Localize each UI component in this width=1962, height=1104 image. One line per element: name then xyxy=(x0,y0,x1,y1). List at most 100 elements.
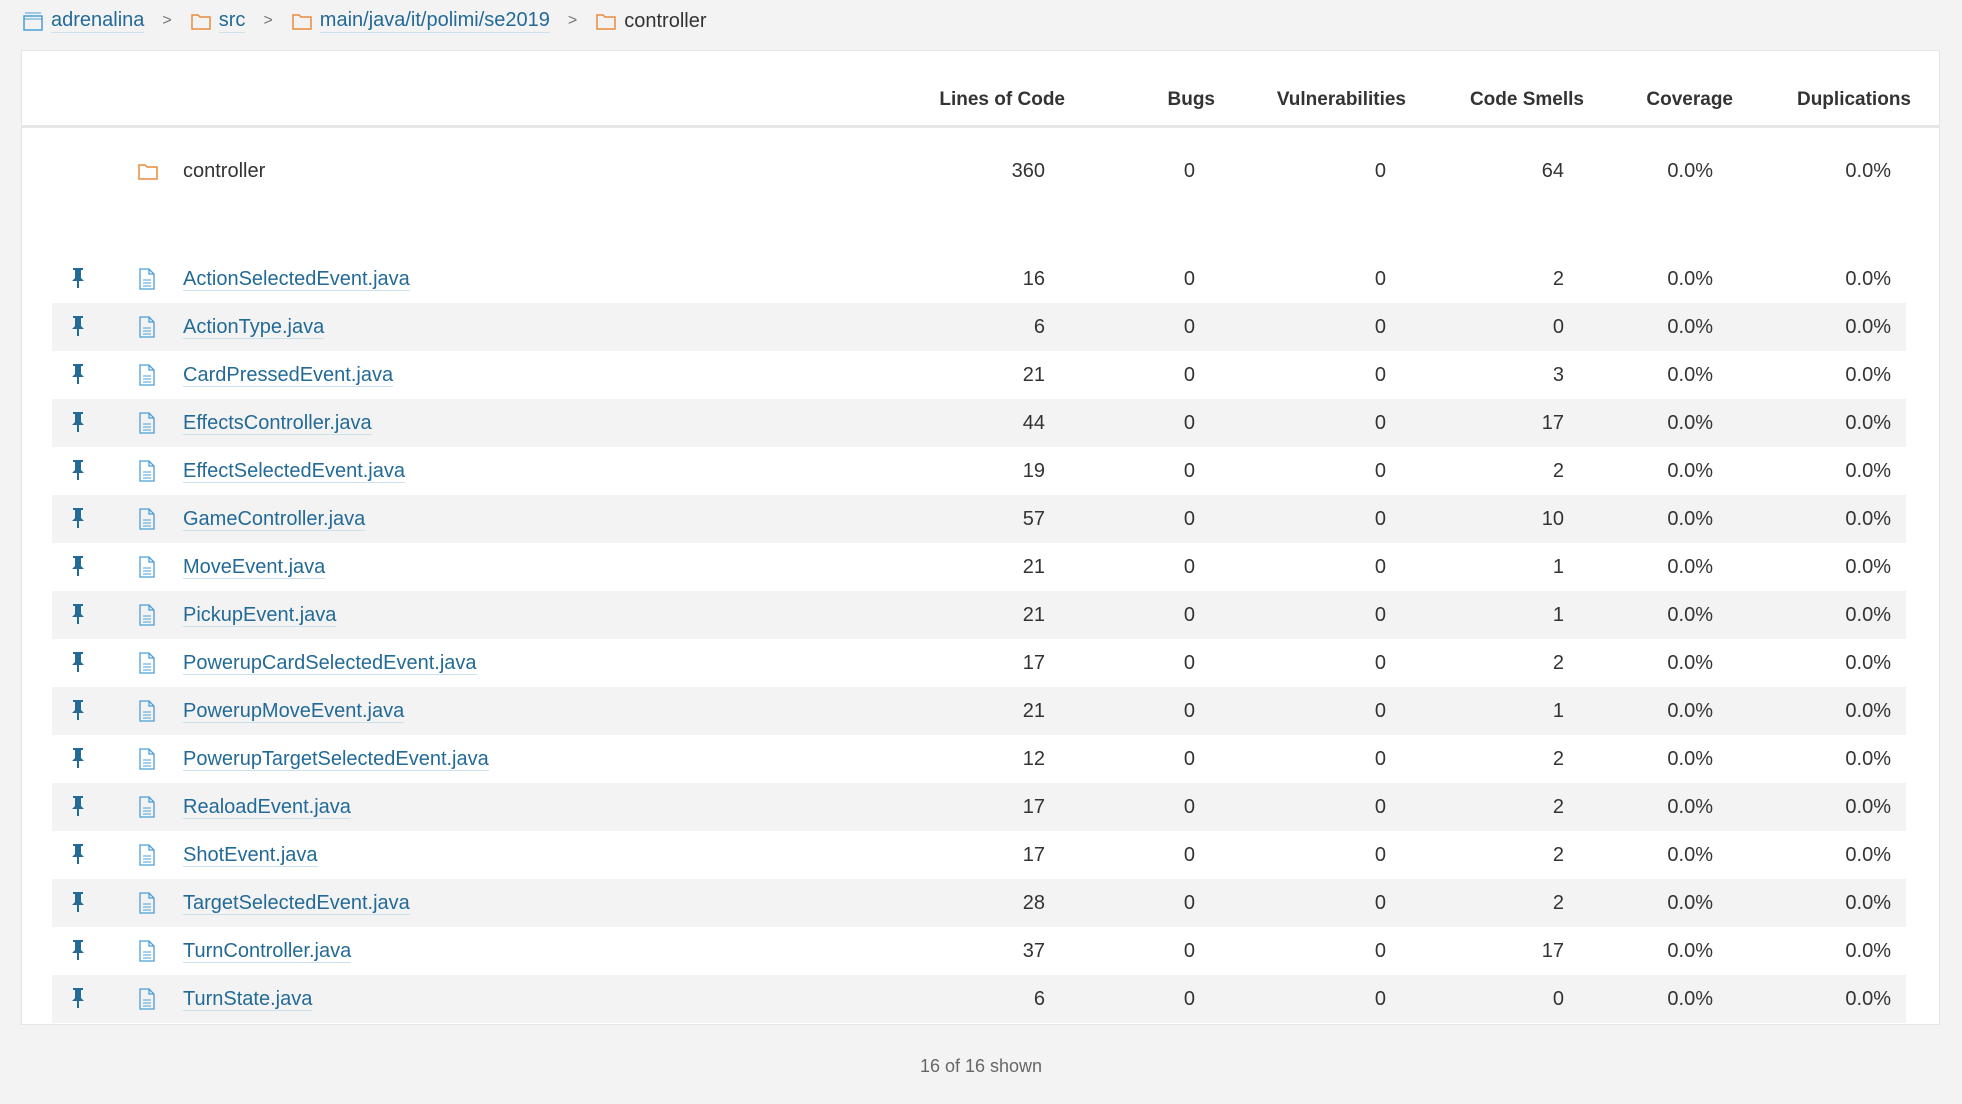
pin-icon[interactable] xyxy=(70,555,86,583)
file-link[interactable]: TurnController.java xyxy=(183,940,352,963)
column-header-duplications[interactable]: Duplications xyxy=(1691,89,1911,111)
coverage-value: 0.0% xyxy=(1667,940,1713,962)
pin-icon[interactable] xyxy=(70,843,86,871)
coverage-value: 0.0% xyxy=(1667,460,1713,482)
file-link[interactable]: ActionType.java xyxy=(183,316,325,339)
breadcrumb-src[interactable]: src xyxy=(218,9,246,33)
coverage-value: 0.0% xyxy=(1667,556,1713,578)
file-link[interactable]: TurnState.java xyxy=(183,988,313,1011)
coverage-value: 0.0% xyxy=(1667,364,1713,386)
vulnerabilities-value: 0 xyxy=(1374,652,1386,674)
folder-icon xyxy=(138,164,158,180)
duplications-value: 0.0% xyxy=(1845,460,1891,482)
file-icon xyxy=(137,460,157,488)
duplications-value: 0.0% xyxy=(1845,364,1891,386)
vulnerabilities-value: 0 xyxy=(1374,412,1386,434)
coverage-value: 0.0% xyxy=(1667,652,1713,674)
code-smells-value: 1 xyxy=(1552,604,1564,626)
loc-value: 57 xyxy=(1022,508,1045,530)
pin-icon[interactable] xyxy=(70,507,86,535)
table-row: MoveEvent.java 21 0 0 1 0.0% 0.0% xyxy=(52,543,1906,591)
file-icon xyxy=(137,412,157,440)
bugs-value: 0 xyxy=(1183,892,1195,914)
coverage-value: 0.0% xyxy=(1667,412,1713,434)
table-row: GameController.java 57 0 0 10 0.0% 0.0% xyxy=(52,495,1906,543)
pin-icon[interactable] xyxy=(70,315,86,343)
pin-icon[interactable] xyxy=(70,459,86,487)
file-icon xyxy=(137,700,157,728)
loc-value: 17 xyxy=(1022,652,1045,674)
table-row: ShotEvent.java 17 0 0 2 0.0% 0.0% xyxy=(52,831,1906,879)
table-row: ActionType.java 6 0 0 0 0.0% 0.0% xyxy=(52,303,1906,351)
file-link[interactable]: PickupEvent.java xyxy=(183,604,337,627)
code-smells-value: 0 xyxy=(1552,988,1564,1010)
file-link[interactable]: EffectSelectedEvent.java xyxy=(183,460,405,483)
table-row: TurnController.java 37 0 0 17 0.0% 0.0% xyxy=(52,927,1906,975)
code-smells-value: 3 xyxy=(1552,364,1564,386)
pin-icon[interactable] xyxy=(70,363,86,391)
pin-icon[interactable] xyxy=(70,699,86,727)
pin-icon[interactable] xyxy=(70,891,86,919)
file-link[interactable]: ShotEvent.java xyxy=(183,844,318,867)
loc-value: 44 xyxy=(1022,412,1045,434)
project-icon xyxy=(23,12,43,31)
breadcrumb-package[interactable]: main/java/it/polimi/se2019 xyxy=(319,9,550,33)
file-link[interactable]: PowerupTargetSelectedEvent.java xyxy=(183,748,489,771)
vulnerabilities-value: 0 xyxy=(1374,748,1386,770)
code-smells-value: 2 xyxy=(1552,844,1564,866)
pin-icon[interactable] xyxy=(70,603,86,631)
pin-icon[interactable] xyxy=(70,939,86,967)
pin-icon[interactable] xyxy=(70,651,86,679)
vulnerabilities-value: 0 xyxy=(1374,940,1386,962)
duplications-value: 0.0% xyxy=(1845,412,1891,434)
loc-value: 37 xyxy=(1022,940,1045,962)
pin-icon[interactable] xyxy=(70,987,86,1015)
code-smells-value: 2 xyxy=(1552,460,1564,482)
code-smells-value: 10 xyxy=(1541,508,1564,530)
duplications-value: 0.0% xyxy=(1845,796,1891,818)
duplications-value: 0.0% xyxy=(1845,652,1891,674)
column-header-bugs[interactable]: Bugs xyxy=(995,89,1216,111)
code-smells-value: 17 xyxy=(1541,412,1564,434)
table-row: EffectSelectedEvent.java 19 0 0 2 0.0% 0.0% xyxy=(52,447,1906,495)
bugs-value: 0 xyxy=(1183,652,1195,674)
breadcrumb-adrenalina[interactable]: adrenalina xyxy=(51,9,145,33)
file-link[interactable]: CardPressedEvent.java xyxy=(183,364,394,387)
file-link[interactable]: GameController.java xyxy=(183,508,366,531)
pin-icon[interactable] xyxy=(70,411,86,439)
file-link[interactable]: EffectsController.java xyxy=(183,412,372,435)
bugs-value: 0 xyxy=(1183,844,1195,866)
table-row: TurnState.java 6 0 0 0 0.0% 0.0% xyxy=(52,975,1906,1023)
breadcrumb-current: controller xyxy=(624,9,707,32)
vulnerabilities-value: 0 xyxy=(1374,460,1386,482)
pin-icon[interactable] xyxy=(70,267,86,295)
file-link[interactable]: RealoadEvent.java xyxy=(183,796,351,819)
code-smells-value: 2 xyxy=(1552,892,1564,914)
loc-value: 17 xyxy=(1022,844,1045,866)
breadcrumb-separator: > xyxy=(567,12,578,29)
file-link[interactable]: PowerupMoveEvent.java xyxy=(183,700,405,723)
file-icon xyxy=(137,556,157,584)
bugs-value: 0 xyxy=(1183,700,1195,722)
coverage-value: 0.0% xyxy=(1667,700,1713,722)
file-link[interactable]: TargetSelectedEvent.java xyxy=(183,892,410,915)
file-link[interactable]: PowerupCardSelectedEvent.java xyxy=(183,652,477,675)
table-row: EffectsController.java 44 0 0 17 0.0% 0.0% xyxy=(52,399,1906,447)
loc-value: 28 xyxy=(1022,892,1045,914)
folder-icon xyxy=(292,14,312,30)
vulnerabilities-value: 0 xyxy=(1374,700,1386,722)
loc-value: 19 xyxy=(1022,460,1045,482)
pin-icon[interactable] xyxy=(70,747,86,775)
bugs-value: 0 xyxy=(1183,160,1195,182)
code-smells-value: 1 xyxy=(1552,556,1564,578)
pin-icon[interactable] xyxy=(70,795,86,823)
loc-value: 21 xyxy=(1022,604,1045,626)
vulnerabilities-value: 0 xyxy=(1374,556,1386,578)
folder-icon xyxy=(191,14,211,30)
file-link[interactable]: MoveEvent.java xyxy=(183,556,326,579)
file-icon xyxy=(137,268,157,296)
table-row: PowerupTargetSelectedEvent.java 12 0 0 2 0.0%… xyxy=(52,735,1906,783)
file-link[interactable]: ActionSelectedEvent.java xyxy=(183,268,410,291)
duplications-value: 0.0% xyxy=(1845,700,1891,722)
vulnerabilities-value: 0 xyxy=(1374,796,1386,818)
